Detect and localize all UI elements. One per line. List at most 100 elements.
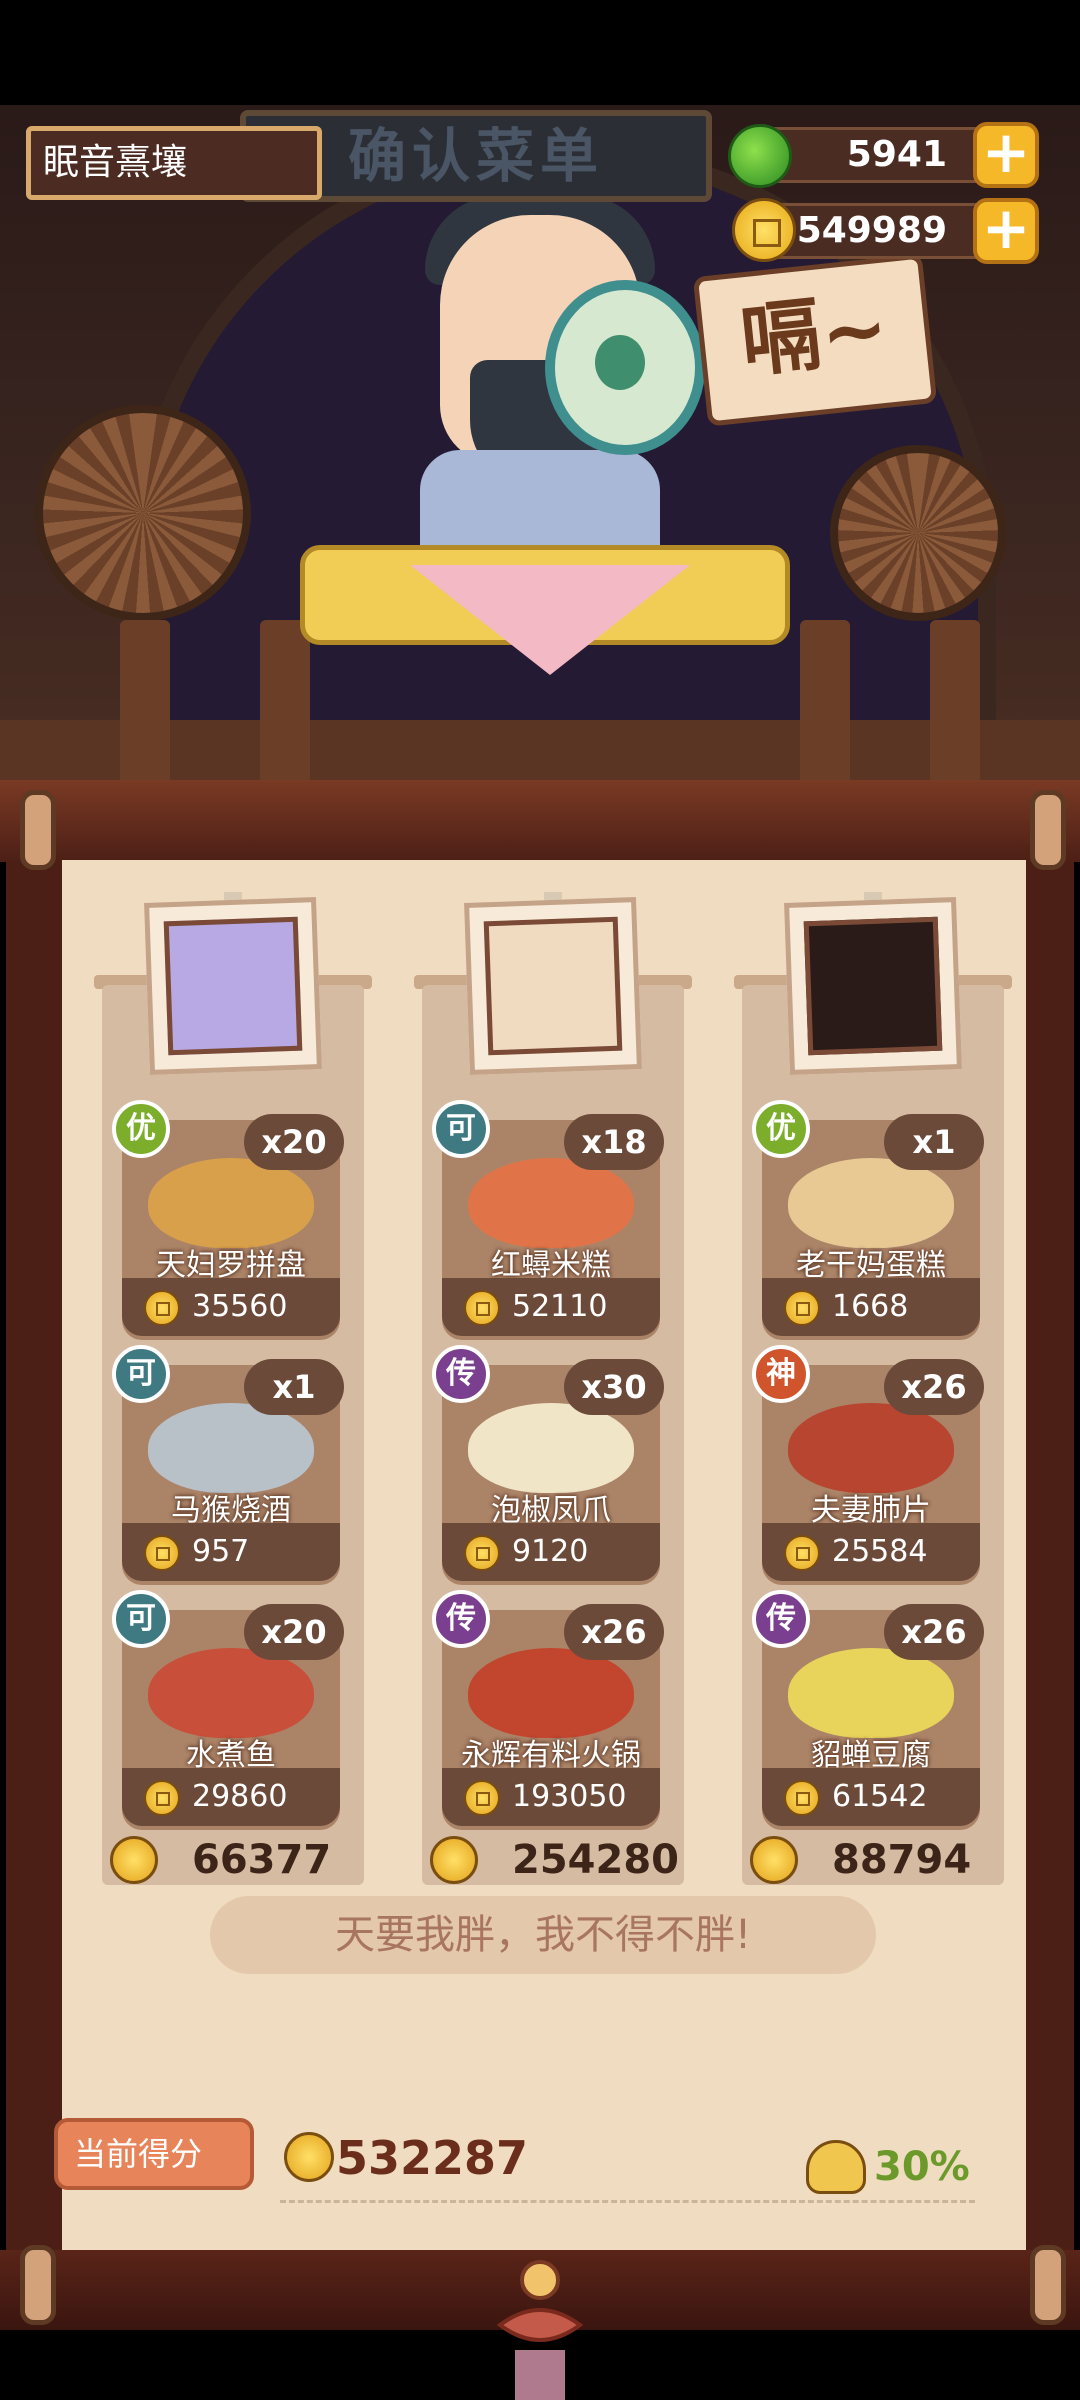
coin-icon xyxy=(784,1780,820,1816)
railing-post xyxy=(260,620,310,805)
score-divider xyxy=(280,2200,975,2203)
dish-price-bar: 957 xyxy=(122,1523,340,1581)
dish-price: 9120 xyxy=(512,1534,589,1569)
coin-value: 549989 xyxy=(796,210,947,251)
dish-image xyxy=(788,1158,954,1248)
dish-count: x20 xyxy=(244,1114,344,1170)
jade-value: 5941 xyxy=(846,134,947,175)
coin-icon xyxy=(732,198,796,262)
dish-card[interactable]: 红蟳米糕 52110 x18 可 xyxy=(432,1100,664,1340)
dish-price: 61542 xyxy=(832,1779,928,1814)
coin-icon xyxy=(144,1290,180,1326)
dish-price-bar: 29860 xyxy=(122,1768,340,1826)
dish-count: x1 xyxy=(244,1359,344,1415)
customer-2-portrait[interactable] xyxy=(464,897,642,1075)
dish-price: 29860 xyxy=(192,1779,288,1814)
avatar xyxy=(163,916,303,1056)
customer-total-value: 66377 xyxy=(192,1837,332,1883)
dish-card[interactable]: 老干妈蛋糕 1668 x1 优 xyxy=(752,1100,984,1340)
speech-bubble: 嗝~ xyxy=(692,253,938,427)
customer-total-value: 254280 xyxy=(512,1837,679,1883)
dish-image xyxy=(148,1158,314,1248)
bonus-bag-icon xyxy=(806,2140,866,2194)
coin-icon xyxy=(284,2132,334,2182)
railing-post xyxy=(930,620,980,805)
coin-icon xyxy=(784,1290,820,1326)
dish-card[interactable]: 泡椒凤爪 9120 x30 传 xyxy=(432,1345,664,1585)
bonus-percent: 30% xyxy=(874,2144,970,2190)
scroll-knob xyxy=(1030,2245,1066,2325)
dish-price: 957 xyxy=(192,1534,250,1569)
coin-icon xyxy=(144,1535,180,1571)
coin-icon xyxy=(464,1535,500,1571)
jade-icon xyxy=(728,124,792,188)
dish-price: 35560 xyxy=(192,1289,288,1324)
customer-total-value: 88794 xyxy=(832,1837,972,1883)
hand-fan-center xyxy=(595,335,645,390)
avatar xyxy=(803,916,943,1056)
coin-icon xyxy=(144,1780,180,1816)
chinese-knot-icon xyxy=(496,2260,584,2400)
dish-card[interactable]: 水煮鱼 29860 x20 可 xyxy=(112,1590,344,1830)
scroll-knob xyxy=(20,2245,56,2325)
dish-count: x26 xyxy=(564,1604,664,1660)
dish-price: 25584 xyxy=(832,1534,928,1569)
dish-price-bar: 61542 xyxy=(762,1768,980,1826)
grade-badge: 传 xyxy=(432,1345,490,1403)
grade-badge: 可 xyxy=(432,1100,490,1158)
dish-price: 52110 xyxy=(512,1289,608,1324)
dish-card[interactable]: 夫妻肺片 25584 x26 神 xyxy=(752,1345,984,1585)
player-name-box[interactable]: 眠音熹壤 xyxy=(26,126,322,200)
dish-price-bar: 52110 xyxy=(442,1278,660,1336)
customer-3-portrait[interactable] xyxy=(784,897,962,1075)
railing-post xyxy=(120,620,170,805)
dish-image xyxy=(148,1403,314,1493)
dish-image xyxy=(148,1648,314,1738)
dish-price-bar: 35560 xyxy=(122,1278,340,1336)
dish-price-bar: 9120 xyxy=(442,1523,660,1581)
dish-image xyxy=(788,1648,954,1738)
railing-post xyxy=(800,620,850,805)
grade-badge: 传 xyxy=(752,1590,810,1648)
folding-fan-left xyxy=(35,405,251,621)
dish-price-bar: 1668 xyxy=(762,1278,980,1336)
player-name: 眠音熹壤 xyxy=(43,142,188,183)
dish-card[interactable]: 永辉有料火锅 193050 x26 传 xyxy=(432,1590,664,1830)
grade-badge: 优 xyxy=(752,1100,810,1158)
grade-badge: 神 xyxy=(752,1345,810,1403)
coin-icon xyxy=(464,1780,500,1816)
dish-image xyxy=(468,1158,634,1248)
dish-count: x20 xyxy=(244,1604,344,1660)
add-coin-button[interactable]: + xyxy=(973,198,1039,264)
folding-fan-right xyxy=(830,445,1006,621)
dish-card[interactable]: 天妇罗拼盘 35560 x20 优 xyxy=(112,1100,344,1340)
dish-price: 193050 xyxy=(512,1779,627,1814)
scroll-top-rod xyxy=(0,780,1080,862)
coin-icon xyxy=(110,1836,158,1884)
coin-icon xyxy=(784,1535,820,1571)
scroll-knob xyxy=(20,790,56,870)
dish-price: 1668 xyxy=(832,1289,909,1324)
dish-count: x30 xyxy=(564,1359,664,1415)
grade-badge: 可 xyxy=(112,1345,170,1403)
dish-image xyxy=(468,1403,634,1493)
speech-text: 嗝~ xyxy=(736,280,893,389)
grade-badge: 传 xyxy=(432,1590,490,1648)
dish-count: x18 xyxy=(564,1114,664,1170)
dish-image xyxy=(788,1403,954,1493)
add-jade-button[interactable]: + xyxy=(973,122,1039,188)
dish-card[interactable]: 貂蝉豆腐 61542 x26 传 xyxy=(752,1590,984,1830)
avatar xyxy=(483,916,623,1056)
customer-1-portrait[interactable] xyxy=(144,897,322,1075)
dish-image xyxy=(468,1648,634,1738)
dish-count: x26 xyxy=(884,1604,984,1660)
coin-icon xyxy=(750,1836,798,1884)
dish-count: x26 xyxy=(884,1359,984,1415)
coin-icon xyxy=(430,1836,478,1884)
grade-badge: 优 xyxy=(112,1100,170,1158)
slogan-banner: 天要我胖，我不得不胖! xyxy=(210,1896,876,1974)
dish-price-bar: 25584 xyxy=(762,1523,980,1581)
coin-icon xyxy=(464,1290,500,1326)
dish-card[interactable]: 马猴烧酒 957 x1 可 xyxy=(112,1345,344,1585)
current-score-value: 532287 xyxy=(336,2131,529,2185)
